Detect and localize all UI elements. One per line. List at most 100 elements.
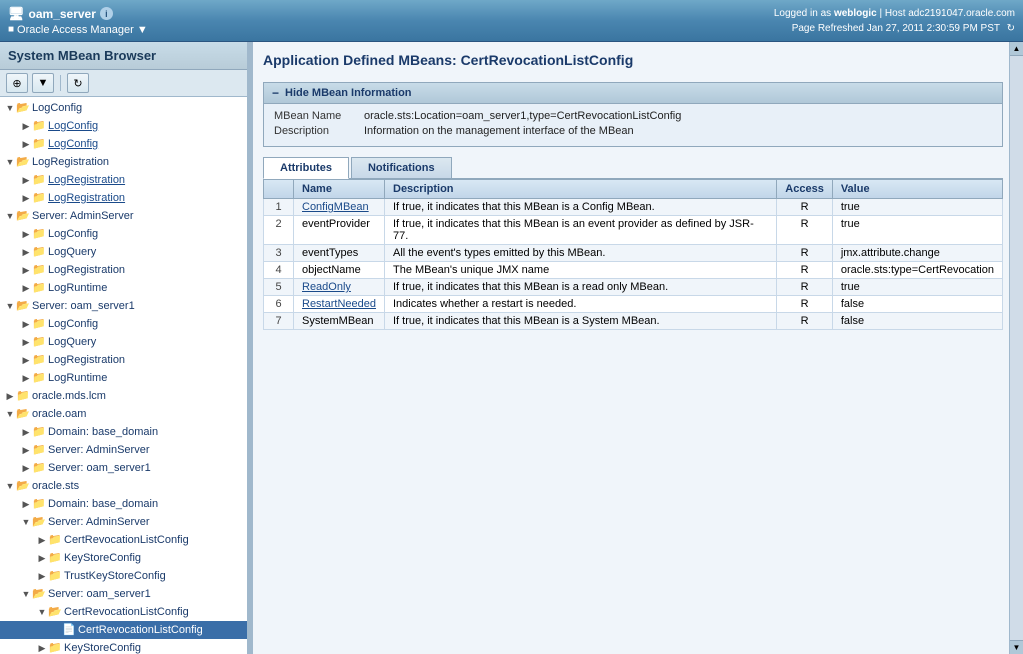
tree-label-logconfig-1[interactable]: LogConfig bbox=[48, 118, 98, 134]
cell-value: true bbox=[832, 216, 1002, 245]
app-icon: ■ bbox=[8, 24, 14, 35]
toggle-logregistration-1[interactable]: ▶ bbox=[20, 174, 32, 186]
toggle-sts-trustkey[interactable]: ▶ bbox=[36, 570, 48, 582]
toggle-logregistration-2[interactable]: ▶ bbox=[20, 192, 32, 204]
toggle-oracle-mds-lcm[interactable]: ▶ bbox=[4, 390, 16, 402]
tree-label-logregistration-2[interactable]: LogRegistration bbox=[48, 190, 125, 206]
tree-label-s-oam1-logquery: LogQuery bbox=[48, 334, 96, 350]
toggle-oam-domain[interactable]: ▶ bbox=[20, 426, 32, 438]
toggle-logconfig[interactable]: ▼ bbox=[4, 102, 16, 114]
toggle-logregistration[interactable]: ▼ bbox=[4, 156, 16, 168]
toggle-oam-server-admin[interactable]: ▶ bbox=[20, 444, 32, 456]
tree-item-logconfig-2[interactable]: ▶ 📁 LogConfig bbox=[0, 135, 247, 153]
toggle-s-admin-logregistration[interactable]: ▶ bbox=[20, 264, 32, 276]
tree-item-logconfig-1[interactable]: ▶ 📁 LogConfig bbox=[0, 117, 247, 135]
tree-item-s-oam1-logquery[interactable]: ▶ 📁 LogQuery bbox=[0, 333, 247, 351]
toggle-sts-oam1-keystoreconfig[interactable]: ▶ bbox=[36, 642, 48, 654]
toggle-s-admin-logquery[interactable]: ▶ bbox=[20, 246, 32, 258]
col-description: Description bbox=[385, 180, 777, 199]
toggle-sts-domain[interactable]: ▶ bbox=[20, 498, 32, 510]
tree-item-sts-domain[interactable]: ▶ 📁 Domain: base_domain bbox=[0, 495, 247, 513]
tree-item-s-oam1-logruntime[interactable]: ▶ 📁 LogRuntime bbox=[0, 369, 247, 387]
tab-attributes[interactable]: Attributes bbox=[263, 157, 349, 179]
tree-item-s-admin-logquery[interactable]: ▶ 📁 LogQuery bbox=[0, 243, 247, 261]
server-info-icon[interactable]: i bbox=[100, 7, 113, 20]
toggle-oracle-sts[interactable]: ▼ bbox=[4, 480, 16, 492]
tree-item-s-oam1-logregistration[interactable]: ▶ 📁 LogRegistration bbox=[0, 351, 247, 369]
expand-all-button[interactable]: ⊕ bbox=[6, 73, 28, 93]
table-row: 5 ReadOnly If true, it indicates that this… bbox=[264, 279, 1003, 296]
tree-item-oam-server-oam1[interactable]: ▶ 📁 Server: oam_server1 bbox=[0, 459, 247, 477]
toggle-s-oam1-logconfig[interactable]: ▶ bbox=[20, 318, 32, 330]
tree-label-s-admin-logconfig: LogConfig bbox=[48, 226, 98, 242]
tree-item-sts-oam1-crlconfig-parent[interactable]: ▼ 📂 CertRevocationListConfig bbox=[0, 603, 247, 621]
toggle-logconfig-1[interactable]: ▶ bbox=[20, 120, 32, 132]
app-nav[interactable]: ■ Oracle Access Manager ▼ bbox=[8, 24, 148, 36]
mbean-info-header[interactable]: − Hide MBean Information bbox=[264, 83, 1002, 104]
tree-item-oam-server-admin[interactable]: ▶ 📁 Server: AdminServer bbox=[0, 441, 247, 459]
toggle-s-admin-logruntime[interactable]: ▶ bbox=[20, 282, 32, 294]
tabs-container: Attributes Notifications bbox=[263, 157, 1003, 179]
tree-label-s-admin-logquery: LogQuery bbox=[48, 244, 96, 260]
tree-item-sts-trustkey[interactable]: ▶ 📁 TrustKeyStoreConfig bbox=[0, 567, 247, 585]
toggle-oam-server-oam1[interactable]: ▶ bbox=[20, 462, 32, 474]
cell-name[interactable]: ReadOnly bbox=[294, 279, 385, 296]
tree-item-oam-domain[interactable]: ▶ 📁 Domain: base_domain bbox=[0, 423, 247, 441]
toggle-server-oam1[interactable]: ▼ bbox=[4, 300, 16, 312]
toggle-logconfig-2[interactable]: ▶ bbox=[20, 138, 32, 150]
tree-label-s-oam1-logregistration: LogRegistration bbox=[48, 352, 125, 368]
mbean-desc-label: Description bbox=[274, 125, 364, 137]
attr-name-link[interactable]: ConfigMBean bbox=[302, 201, 369, 213]
tree-item-sts-crlconfig[interactable]: ▶ 📁 CertRevocationListConfig bbox=[0, 531, 247, 549]
tree-item-s-admin-logruntime[interactable]: ▶ 📁 LogRuntime bbox=[0, 279, 247, 297]
tree-item-oracle-oam[interactable]: ▼ 📂 oracle.oam bbox=[0, 405, 247, 423]
tree-item-logconfig[interactable]: ▼ 📂 LogConfig bbox=[0, 99, 247, 117]
tree-item-server-admin[interactable]: ▼ 📂 Server: AdminServer bbox=[0, 207, 247, 225]
cell-name[interactable]: ConfigMBean bbox=[294, 199, 385, 216]
refresh-tree-button[interactable]: ↻ bbox=[67, 73, 89, 93]
collapse-icon[interactable]: − bbox=[272, 86, 279, 100]
tree-item-sts-server-oam1[interactable]: ▼ 📂 Server: oam_server1 bbox=[0, 585, 247, 603]
tab-notifications[interactable]: Notifications bbox=[351, 157, 452, 178]
toggle-server-admin[interactable]: ▼ bbox=[4, 210, 16, 222]
tree-item-s-admin-logconfig[interactable]: ▶ 📁 LogConfig bbox=[0, 225, 247, 243]
tree-item-sts-server-admin[interactable]: ▼ 📂 Server: AdminServer bbox=[0, 513, 247, 531]
scrollbar-down-button[interactable]: ▼ bbox=[1010, 640, 1023, 654]
tree-item-oracle-sts[interactable]: ▼ 📂 oracle.sts bbox=[0, 477, 247, 495]
tree-item-sts-oam1-crlconfig-selected[interactable]: ▶ 📄 CertRevocationListConfig bbox=[0, 621, 247, 639]
tree-item-s-oam1-logconfig[interactable]: ▶ 📁 LogConfig bbox=[0, 315, 247, 333]
toggle-s-oam1-logruntime[interactable]: ▶ bbox=[20, 372, 32, 384]
tree-label-oracle-oam: oracle.oam bbox=[32, 406, 86, 422]
cell-description: If true, it indicates that this MBean is… bbox=[385, 279, 777, 296]
scrollbar-up-button[interactable]: ▲ bbox=[1010, 42, 1023, 56]
tree-label-logconfig-2[interactable]: LogConfig bbox=[48, 136, 98, 152]
tree-label-server-oam1: Server: oam_server1 bbox=[32, 298, 135, 314]
refresh-icon[interactable]: ↻ bbox=[1007, 23, 1015, 34]
tree-item-server-oam1[interactable]: ▼ 📂 Server: oam_server1 bbox=[0, 297, 247, 315]
filter-button[interactable]: ▼ bbox=[32, 73, 54, 93]
toggle-sts-crlconfig[interactable]: ▶ bbox=[36, 534, 48, 546]
tree-item-s-admin-logregistration[interactable]: ▶ 📁 LogRegistration bbox=[0, 261, 247, 279]
toggle-sts-server-admin[interactable]: ▼ bbox=[20, 516, 32, 528]
tree-label-logregistration-1[interactable]: LogRegistration bbox=[48, 172, 125, 188]
cell-name[interactable]: RestartNeeded bbox=[294, 296, 385, 313]
toggle-s-oam1-logregistration[interactable]: ▶ bbox=[20, 354, 32, 366]
toggle-s-admin-logconfig[interactable]: ▶ bbox=[20, 228, 32, 240]
toggle-sts-server-oam1[interactable]: ▼ bbox=[20, 588, 32, 600]
right-scrollbar[interactable]: ▲ ▼ bbox=[1009, 42, 1023, 654]
tree-item-logregistration-1[interactable]: ▶ 📁 LogRegistration bbox=[0, 171, 247, 189]
app-dropdown-icon[interactable]: ▼ bbox=[137, 24, 148, 36]
attr-name-link[interactable]: RestartNeeded bbox=[302, 298, 376, 310]
tree-item-sts-keystoreconfig[interactable]: ▶ 📁 KeyStoreConfig bbox=[0, 549, 247, 567]
toggle-sts-oam1-crlconfig[interactable]: ▼ bbox=[36, 606, 48, 618]
tree-item-logregistration[interactable]: ▼ 📂 LogRegistration bbox=[0, 153, 247, 171]
toggle-oracle-oam[interactable]: ▼ bbox=[4, 408, 16, 420]
toggle-s-oam1-logquery[interactable]: ▶ bbox=[20, 336, 32, 348]
tree-item-sts-oam1-keystoreconfig[interactable]: ▶ 📁 KeyStoreConfig bbox=[0, 639, 247, 654]
cell-num: 5 bbox=[264, 279, 294, 296]
toggle-sts-keystoreconfig[interactable]: ▶ bbox=[36, 552, 48, 564]
tree-item-logregistration-2[interactable]: ▶ 📁 LogRegistration bbox=[0, 189, 247, 207]
logged-in-user: weblogic bbox=[834, 8, 877, 19]
tree-item-oracle-mds-lcm[interactable]: ▶ 📁 oracle.mds.lcm bbox=[0, 387, 247, 405]
attr-name-link[interactable]: ReadOnly bbox=[302, 281, 351, 293]
